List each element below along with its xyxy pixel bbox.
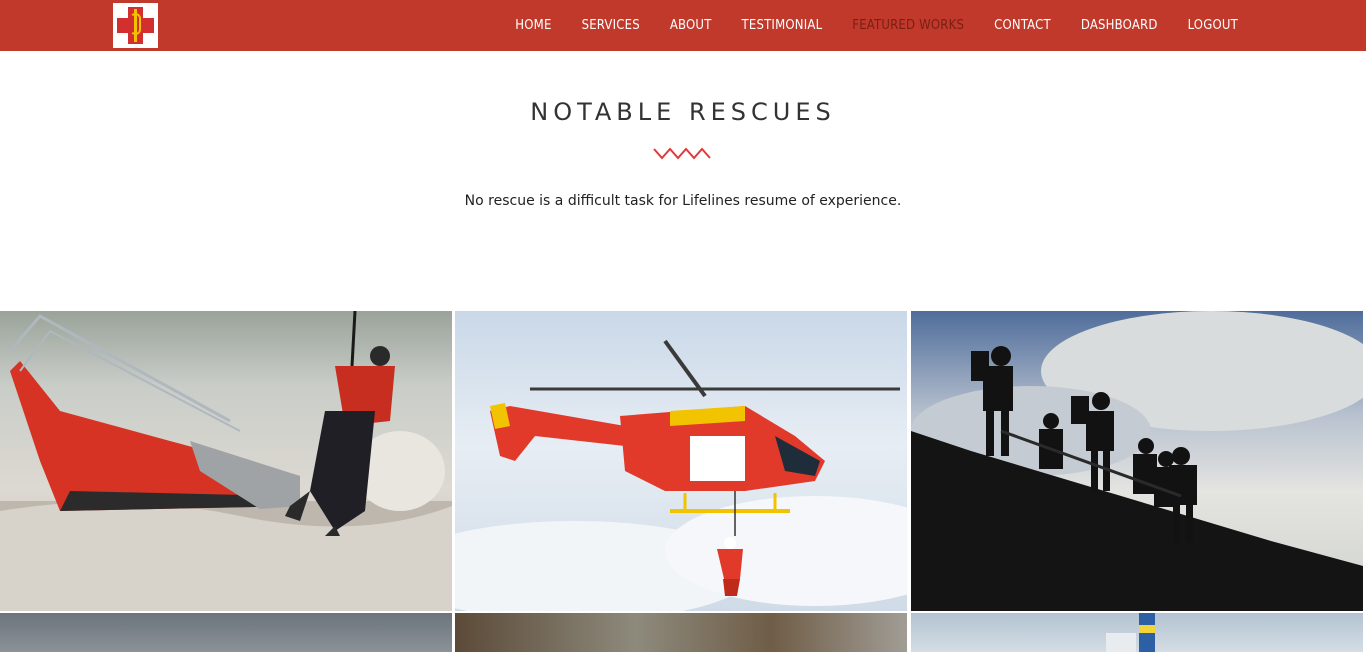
- gallery-photo-5[interactable]: [455, 613, 907, 652]
- red-cross-logo-icon[interactable]: [113, 3, 158, 48]
- gallery-photo-4[interactable]: [0, 613, 452, 652]
- nav-featured-works[interactable]: FEATURED WORKS: [837, 0, 979, 51]
- section-tagline: No rescue is a difficult task for Lifeli…: [464, 193, 902, 209]
- boat-water-rescue-photo[interactable]: [0, 311, 452, 611]
- gallery-photo-6[interactable]: [911, 613, 1363, 652]
- nav-home[interactable]: HOME: [500, 0, 566, 51]
- nav-about[interactable]: ABOUT: [655, 0, 727, 51]
- mountain-team-silhouette-photo[interactable]: [911, 311, 1363, 611]
- nav-contact[interactable]: CONTACT: [979, 0, 1066, 51]
- nav-logout[interactable]: LOGOUT: [1173, 0, 1253, 51]
- top-navbar: HOME SERVICES ABOUT TESTIMONIAL FEATURED…: [0, 0, 1366, 51]
- main-nav: HOME SERVICES ABOUT TESTIMONIAL FEATURED…: [500, 0, 1253, 51]
- nav-dashboard[interactable]: DASHBOARD: [1066, 0, 1173, 51]
- helicopter-rescue-photo[interactable]: [455, 311, 907, 611]
- zigzag-divider-icon: [653, 147, 711, 160]
- section-title: NOTABLE RESCUES: [530, 98, 836, 126]
- nav-testimonial[interactable]: TESTIMONIAL: [727, 0, 838, 51]
- nav-services[interactable]: SERVICES: [567, 0, 655, 51]
